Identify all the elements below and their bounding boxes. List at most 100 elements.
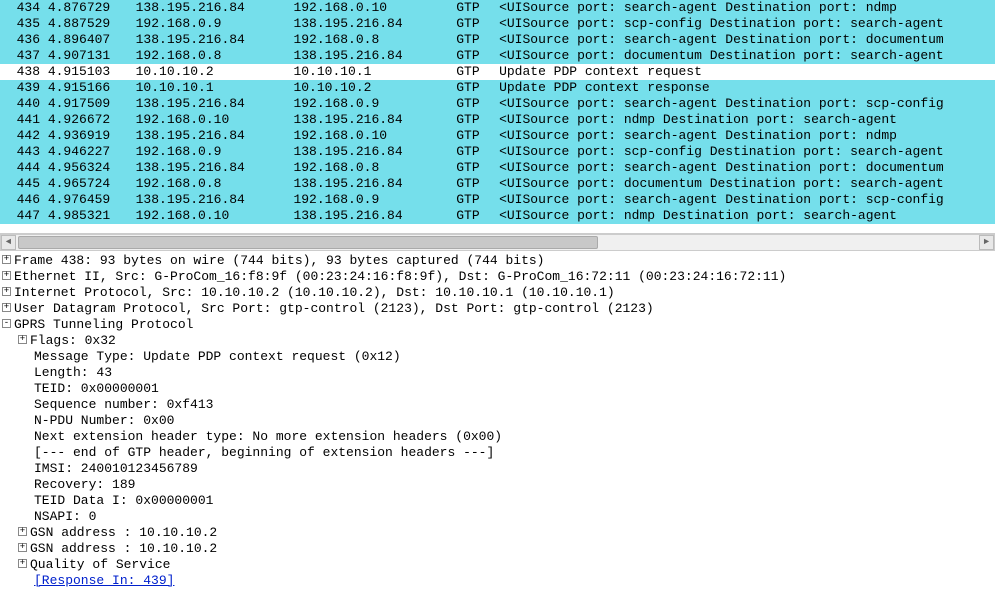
- expand-icon[interactable]: +: [18, 543, 27, 552]
- detail-length[interactable]: Length: 43: [34, 365, 112, 380]
- expand-icon[interactable]: +: [2, 303, 11, 312]
- packet-no: 443: [5, 144, 40, 160]
- packet-row[interactable]: 447 4.985321 192.168.0.10 138.195.216.84…: [0, 208, 995, 224]
- packet-time: 4.887529: [48, 16, 128, 32]
- packet-row[interactable]: 440 4.917509 138.195.216.84 192.168.0.9 …: [0, 96, 995, 112]
- detail-qos[interactable]: Quality of Service: [30, 557, 170, 572]
- expand-icon[interactable]: +: [18, 527, 27, 536]
- expand-icon[interactable]: +: [18, 559, 27, 568]
- detail-msgtype[interactable]: Message Type: Update PDP context request…: [34, 349, 401, 364]
- packet-row[interactable]: 436 4.896407 138.195.216.84 192.168.0.8 …: [0, 32, 995, 48]
- packet-info: <UISource port: documentum Destination p…: [499, 48, 944, 64]
- packet-protocol: GTP: [456, 176, 491, 192]
- packet-row[interactable]: 437 4.907131 192.168.0.8 138.195.216.84 …: [0, 48, 995, 64]
- detail-gtp[interactable]: GPRS Tunneling Protocol: [14, 317, 193, 332]
- packet-destination: 192.168.0.8: [293, 32, 448, 48]
- detail-endhdr[interactable]: [--- end of GTP header, beginning of ext…: [34, 445, 494, 460]
- packet-no: 447: [5, 208, 40, 224]
- detail-npdu[interactable]: N-PDU Number: 0x00: [34, 413, 174, 428]
- packet-info: <UISource port: search-agent Destination…: [499, 32, 944, 48]
- packet-time: 4.876729: [48, 0, 128, 16]
- packet-info: Update PDP context request: [499, 64, 702, 80]
- packet-protocol: GTP: [456, 0, 491, 16]
- packet-destination: 10.10.10.1: [293, 64, 448, 80]
- packet-info: <UISource port: ndmp Destination port: s…: [499, 112, 897, 128]
- collapse-icon[interactable]: -: [2, 319, 11, 328]
- packet-details-pane[interactable]: +Frame 438: 93 bytes on wire (744 bits),…: [0, 251, 995, 591]
- packet-protocol: GTP: [456, 112, 491, 128]
- packet-destination: 138.195.216.84: [293, 176, 448, 192]
- packet-destination: 138.195.216.84: [293, 48, 448, 64]
- expand-icon[interactable]: +: [18, 335, 27, 344]
- packet-info: <UISource port: search-agent Destination…: [499, 96, 944, 112]
- detail-eth[interactable]: Ethernet II, Src: G-ProCom_16:f8:9f (00:…: [14, 269, 786, 284]
- packet-destination: 192.168.0.10: [293, 128, 448, 144]
- packet-row[interactable]: 444 4.956324 138.195.216.84 192.168.0.8 …: [0, 160, 995, 176]
- packet-protocol: GTP: [456, 128, 491, 144]
- packet-row[interactable]: 434 4.876729 138.195.216.84 192.168.0.10…: [0, 0, 995, 16]
- packet-row[interactable]: 445 4.965724 192.168.0.8 138.195.216.84 …: [0, 176, 995, 192]
- packet-time: 4.907131: [48, 48, 128, 64]
- packet-no: 436: [5, 32, 40, 48]
- packet-time: 4.926672: [48, 112, 128, 128]
- detail-gsn1[interactable]: GSN address : 10.10.10.2: [30, 525, 217, 540]
- packet-row[interactable]: 446 4.976459 138.195.216.84 192.168.0.9 …: [0, 192, 995, 208]
- packet-no: 439: [5, 80, 40, 96]
- horizontal-scrollbar[interactable]: ◄ ►: [0, 234, 995, 251]
- packet-info: <UISource port: search-agent Destination…: [499, 160, 944, 176]
- packet-no: 440: [5, 96, 40, 112]
- detail-nsapi[interactable]: NSAPI: 0: [34, 509, 96, 524]
- scroll-right-arrow[interactable]: ►: [979, 235, 994, 250]
- packet-info: Update PDP context response: [499, 80, 710, 96]
- packet-source: 192.168.0.9: [136, 16, 286, 32]
- detail-frame[interactable]: Frame 438: 93 bytes on wire (744 bits), …: [14, 253, 545, 268]
- packet-protocol: GTP: [456, 16, 491, 32]
- packet-protocol: GTP: [456, 192, 491, 208]
- scroll-left-arrow[interactable]: ◄: [1, 235, 16, 250]
- packet-row[interactable]: 439 4.915166 10.10.10.1 10.10.10.2 GTP U…: [0, 80, 995, 96]
- detail-teid[interactable]: TEID: 0x00000001: [34, 381, 159, 396]
- packet-destination: 138.195.216.84: [293, 112, 448, 128]
- packet-source: 138.195.216.84: [136, 32, 286, 48]
- packet-no: 445: [5, 176, 40, 192]
- detail-imsi[interactable]: IMSI: 240010123456789: [34, 461, 198, 476]
- detail-ip[interactable]: Internet Protocol, Src: 10.10.10.2 (10.1…: [14, 285, 615, 300]
- expand-icon[interactable]: +: [2, 271, 11, 280]
- detail-gsn2[interactable]: GSN address : 10.10.10.2: [30, 541, 217, 556]
- packet-protocol: GTP: [456, 64, 491, 80]
- packet-destination: 192.168.0.9: [293, 192, 448, 208]
- packet-info: <UISource port: scp-config Destination p…: [499, 16, 944, 32]
- packet-time: 4.936919: [48, 128, 128, 144]
- packet-time: 4.915166: [48, 80, 128, 96]
- packet-time: 4.896407: [48, 32, 128, 48]
- detail-response-in-link[interactable]: [Response In: 439]: [34, 573, 174, 588]
- packet-list-pane[interactable]: 434 4.876729 138.195.216.84 192.168.0.10…: [0, 0, 995, 234]
- packet-no: 434: [5, 0, 40, 16]
- detail-nextext[interactable]: Next extension header type: No more exte…: [34, 429, 502, 444]
- packet-info: <UISource port: scp-config Destination p…: [499, 144, 944, 160]
- packet-destination: 10.10.10.2: [293, 80, 448, 96]
- packet-protocol: GTP: [456, 160, 491, 176]
- packet-no: 438: [5, 64, 40, 80]
- expand-icon[interactable]: +: [2, 287, 11, 296]
- packet-row[interactable]: 443 4.946227 192.168.0.9 138.195.216.84 …: [0, 144, 995, 160]
- detail-udp[interactable]: User Datagram Protocol, Src Port: gtp-co…: [14, 301, 654, 316]
- packet-time: 4.985321: [48, 208, 128, 224]
- packet-row[interactable]: 438 4.915103 10.10.10.2 10.10.10.1 GTP U…: [0, 64, 995, 80]
- detail-seq[interactable]: Sequence number: 0xf413: [34, 397, 213, 412]
- packet-source: 192.168.0.10: [136, 208, 286, 224]
- detail-recovery[interactable]: Recovery: 189: [34, 477, 135, 492]
- packet-protocol: GTP: [456, 48, 491, 64]
- packet-destination: 192.168.0.9: [293, 96, 448, 112]
- packet-row[interactable]: 435 4.887529 192.168.0.9 138.195.216.84 …: [0, 16, 995, 32]
- packet-source: 192.168.0.9: [136, 144, 286, 160]
- detail-flags[interactable]: Flags: 0x32: [30, 333, 116, 348]
- packet-info: <UISource port: documentum Destination p…: [499, 176, 944, 192]
- detail-teiddata[interactable]: TEID Data I: 0x00000001: [34, 493, 213, 508]
- packet-row[interactable]: 442 4.936919 138.195.216.84 192.168.0.10…: [0, 128, 995, 144]
- packet-source: 138.195.216.84: [136, 160, 286, 176]
- packet-row[interactable]: 441 4.926672 192.168.0.10 138.195.216.84…: [0, 112, 995, 128]
- scroll-thumb[interactable]: [18, 236, 598, 249]
- packet-info: <UISource port: search-agent Destination…: [499, 0, 897, 16]
- expand-icon[interactable]: +: [2, 255, 11, 264]
